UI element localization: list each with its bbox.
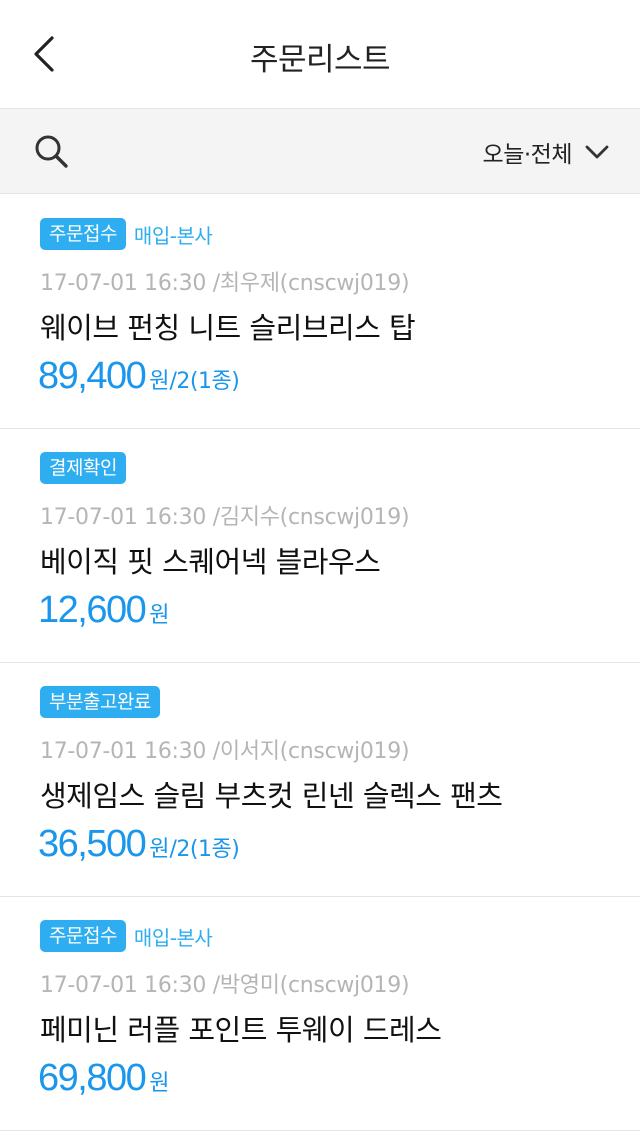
order-amount: 89,400 원 /2(1종)	[38, 355, 240, 398]
page-title: 주문리스트	[249, 42, 391, 78]
order-meta: 17-07-01 16:30 /이서지(cnscwj019)	[40, 739, 410, 764]
quantity-info: /2(1종)	[169, 369, 240, 394]
period-filter-label: 오늘·전체	[482, 142, 573, 168]
product-name: 웨이브 펀칭 니트 슬리브리스 탑	[40, 311, 416, 345]
product-name: 페미닌 러플 포인트 투웨이 드레스	[40, 1013, 442, 1047]
order-list-item[interactable]: 부분출고완료 17-07-01 16:30 /이서지(cnscwj019) 생제…	[0, 663, 640, 897]
status-badge: 주문접수	[40, 920, 126, 952]
currency-unit: 원	[149, 369, 170, 394]
order-amount: 36,500 원 /2(1종)	[38, 823, 240, 866]
price-value: 89,400	[38, 355, 147, 397]
search-button[interactable]	[32, 132, 72, 172]
order-list-item[interactable]: 주문접수 매입-본사 17-07-01 16:30 /박영미(cnscwj019…	[0, 897, 640, 1131]
product-name: 베이직 핏 스퀘어넥 블라우스	[40, 545, 381, 579]
status-badge: 결제확인	[40, 452, 126, 484]
supplier-tag: 매입-본사	[133, 223, 213, 248]
app-header: 주문리스트	[0, 0, 640, 109]
supplier-tag: 매입-본사	[133, 925, 213, 950]
chevron-down-icon	[585, 145, 609, 159]
price-value: 69,800	[38, 1057, 147, 1099]
currency-unit: 원	[149, 603, 170, 628]
order-amount: 69,800 원	[38, 1057, 169, 1100]
order-list-item[interactable]: 주문접수 매입-본사 17-07-01 16:30 /최우제(cnscwj019…	[0, 195, 640, 429]
quantity-info: /2(1종)	[169, 837, 240, 862]
order-list-item[interactable]: 결제확인 17-07-01 16:30 /김지수(cnscwj019) 베이직 …	[0, 429, 640, 663]
currency-unit: 원	[149, 837, 170, 862]
order-meta: 17-07-01 16:30 /최우제(cnscwj019)	[40, 271, 410, 296]
currency-unit: 원	[149, 1071, 170, 1096]
order-meta: 17-07-01 16:30 /김지수(cnscwj019)	[40, 505, 410, 530]
product-name: 생제임스 슬림 부츠컷 린넨 슬렉스 팬츠	[40, 779, 503, 813]
price-value: 36,500	[38, 823, 147, 865]
order-meta: 17-07-01 16:30 /박영미(cnscwj019)	[40, 973, 410, 998]
status-badge: 주문접수	[40, 218, 126, 250]
price-value: 12,600	[38, 589, 147, 631]
status-badge: 부분출고완료	[40, 686, 160, 718]
order-amount: 12,600 원	[38, 589, 169, 632]
search-icon	[35, 135, 68, 168]
period-filter-dropdown[interactable]: 오늘·전체	[483, 132, 610, 172]
